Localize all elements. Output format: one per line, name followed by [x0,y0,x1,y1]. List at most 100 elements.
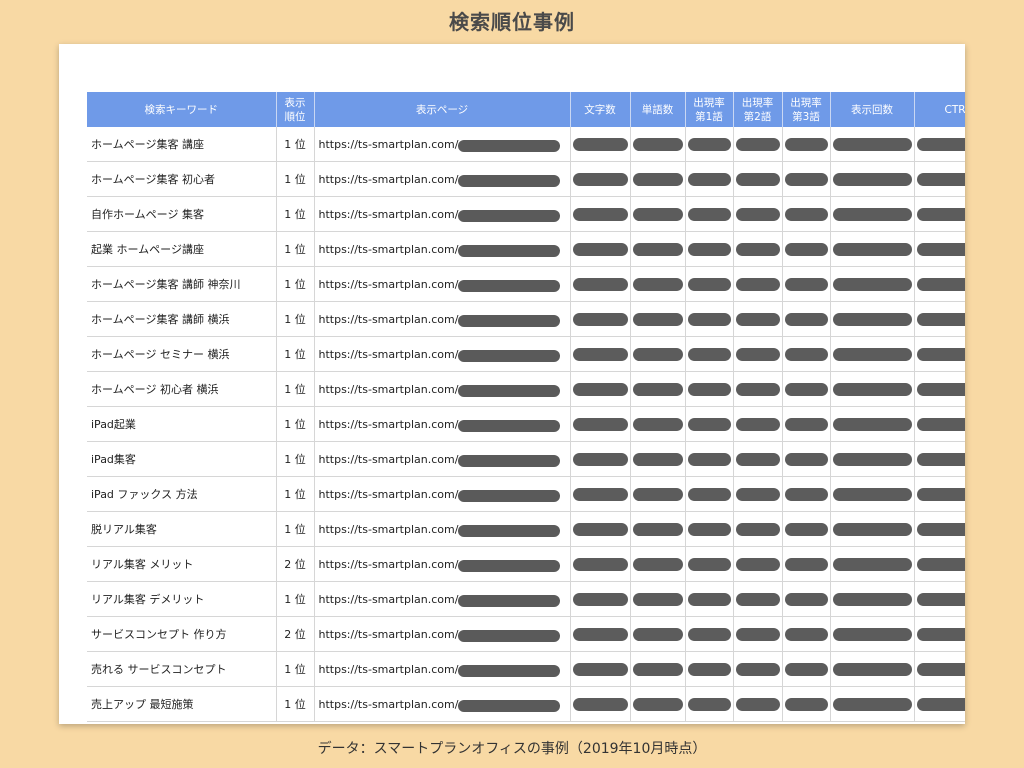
keyword-cell: 売上アップ 最短施策 [87,686,277,722]
source-note: データ：スマートプランオフィスの事例（2019年10月時点） [317,741,707,757]
redaction-mask [687,627,731,641]
redaction-mask [458,314,561,327]
redaction-mask [572,662,628,676]
rank-cell: 1 位 [276,231,315,267]
rank-cell: 1 位 [276,336,315,372]
freq2-cell [733,371,783,407]
impressions-cell [830,441,915,477]
redaction-mask [572,487,628,501]
redaction-mask [784,452,828,466]
freq1-cell [685,196,734,232]
redaction-mask [572,277,628,291]
ctr-cell [914,406,965,442]
redaction-mask [572,557,628,571]
chars-cell [570,441,631,477]
col-header-rank: 表示 順位 [276,92,315,127]
redaction-mask [735,172,780,186]
table-row: ホームページ セミナー 横浜 1 位 https://ts-smartplan.co… [87,336,965,372]
redaction-mask [784,312,828,326]
redaction-mask [916,242,965,256]
freq3-cell [782,266,831,302]
keyword-cell: ホームページ 初心者 横浜 [87,371,277,407]
page-url-text: https://ts-smartplan.com/ [318,487,459,501]
freq2-cell [733,476,783,512]
ctr-cell [914,686,965,722]
table-row: ホームページ集客 初心者 1 位 https://ts-smartplan.com/ [87,161,965,197]
chars-cell [570,511,631,547]
words-cell [630,476,686,512]
freq3-cell [782,161,831,197]
chars-cell [570,406,631,442]
redaction-mask [916,557,965,571]
redaction-mask [687,662,731,676]
chars-cell [570,616,631,652]
page-url-cell: https://ts-smartplan.com/ [314,196,571,232]
rank-cell: 1 位 [276,161,315,197]
redaction-mask [458,629,561,642]
freq1-cell [685,301,734,337]
page-url-cell: https://ts-smartplan.com/ [314,406,571,442]
freq2-cell [733,161,783,197]
redaction-mask [572,137,628,151]
impressions-cell [830,511,915,547]
freq1-cell [685,511,734,547]
redaction-mask [572,452,628,466]
freq3-cell [782,336,831,372]
chars-cell [570,546,631,582]
col-header-chars: 文字数 [570,92,631,127]
redaction-mask [458,419,561,432]
col-header-ctr: CTR [914,92,965,127]
impressions-cell [830,231,915,267]
page-url-cell: https://ts-smartplan.com/ [314,301,571,337]
freq1-cell [685,406,734,442]
impressions-cell [830,161,915,197]
redaction-mask [458,489,561,502]
redaction-mask [832,277,912,291]
redaction-mask [916,662,965,676]
freq3-cell [782,511,831,547]
redaction-mask [572,417,628,431]
impressions-cell [830,406,915,442]
table-row: リアル集客 メリット 2 位 https://ts-smartplan.com/ [87,546,965,582]
redaction-mask [687,522,731,536]
words-cell [630,301,686,337]
redaction-mask [458,244,561,257]
table-row: iPad ファックス 方法 1 位 https://ts-smartplan.com… [87,476,965,512]
freq1-cell [685,441,734,477]
rank-cell: 1 位 [276,196,315,232]
redaction-mask [832,172,912,186]
rank-cell: 2 位 [276,546,315,582]
redaction-mask [735,417,780,431]
impressions-cell [830,476,915,512]
chars-cell [570,686,631,722]
words-cell [630,441,686,477]
impressions-cell [830,686,915,722]
words-cell [630,511,686,547]
redaction-mask [572,697,628,711]
redaction-mask [572,312,628,326]
redaction-mask [632,242,683,256]
chars-cell [570,161,631,197]
table-row: サービスコンセプト 作り方 2 位 https://ts-smartplan.com… [87,616,965,652]
freq2-cell [733,336,783,372]
redaction-mask [458,139,561,152]
redaction-mask [735,627,780,641]
redaction-mask [735,382,780,396]
redaction-mask [916,207,965,221]
freq1-cell [685,336,734,372]
page-url-text: https://ts-smartplan.com/ [318,417,459,431]
freq3-cell [782,686,831,722]
col-header-freq1: 出現率 第1語 [685,92,734,127]
redaction-mask [687,417,731,431]
freq2-cell [733,406,783,442]
freq3-cell [782,406,831,442]
redaction-mask [687,277,731,291]
redaction-mask [632,487,683,501]
redaction-mask [832,137,912,151]
freq1-cell [685,651,734,687]
redaction-mask [832,627,912,641]
redaction-mask [735,662,780,676]
redaction-mask [832,417,912,431]
redaction-mask [916,452,965,466]
table-row: ホームページ集客 講師 神奈川 1 位 https://ts-smartplan.c… [87,266,965,302]
